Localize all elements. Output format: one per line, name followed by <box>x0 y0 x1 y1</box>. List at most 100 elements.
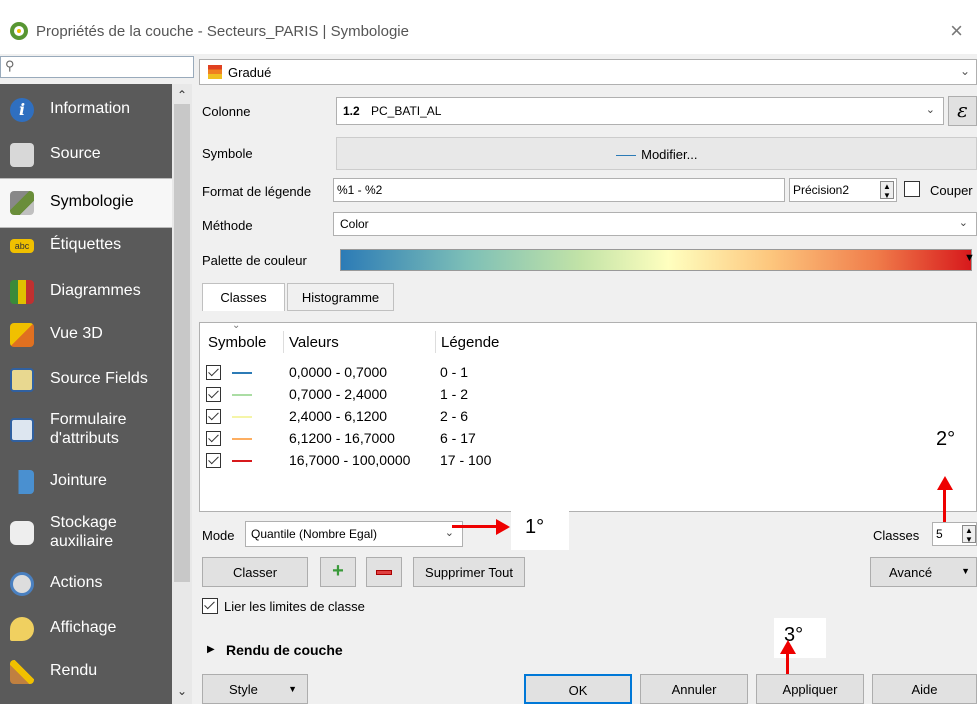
classes-count-spinbox[interactable]: 5 ▲ ▼ <box>932 522 977 546</box>
sidebar-item-label: Affichage <box>50 619 117 636</box>
arrowhead-right-icon <box>496 519 510 535</box>
avance-button[interactable]: Avancé ▼ <box>870 557 977 587</box>
class-checkbox[interactable] <box>206 365 221 380</box>
tab-histogramme[interactable]: Histogramme <box>287 283 394 311</box>
sort-chevron-icon[interactable]: ⌄ <box>232 320 240 331</box>
format-input[interactable]: %1 - %2 <box>333 178 785 202</box>
class-symbol[interactable] <box>232 460 252 462</box>
table-row[interactable]: 0,0000 - 0,7000 0 - 1 <box>200 362 977 384</box>
table-row[interactable]: 6,1200 - 16,7000 6 - 17 <box>200 428 977 450</box>
class-legend[interactable]: 6 - 17 <box>440 430 476 446</box>
dropdown-arrow-icon: ▼ <box>961 566 970 576</box>
sidebar-item-label: Diagrammes <box>50 282 141 299</box>
renderer-type-select[interactable]: Gradué ⌄ <box>199 59 977 85</box>
supprimer-tout-button[interactable]: Supprimer Tout <box>413 557 525 587</box>
source-icon <box>10 143 34 167</box>
class-checkbox[interactable] <box>206 431 221 446</box>
class-values[interactable]: 0,0000 - 0,7000 <box>289 364 387 380</box>
table-row[interactable]: 0,7000 - 2,4000 1 - 2 <box>200 384 977 406</box>
class-symbol[interactable] <box>232 394 252 396</box>
info-icon: i <box>10 98 34 122</box>
scroll-up-icon[interactable]: ⌃ <box>177 88 187 102</box>
checkmark-icon <box>204 598 215 610</box>
scroll-down-icon[interactable]: ⌄ <box>177 684 187 698</box>
methode-select[interactable]: Color ⌄ <box>333 212 977 236</box>
class-values[interactable]: 0,7000 - 2,4000 <box>289 386 387 402</box>
class-symbol[interactable] <box>232 416 252 418</box>
header-valeurs[interactable]: Valeurs <box>289 334 339 351</box>
remove-class-button[interactable] <box>366 557 402 587</box>
class-legend[interactable]: 1 - 2 <box>440 386 468 402</box>
paintbrush-icon <box>10 191 34 215</box>
table-row[interactable]: 2,4000 - 6,1200 2 - 6 <box>200 406 977 428</box>
qgis-logo-icon <box>10 22 28 40</box>
sidebar-item-label: Actions <box>50 574 103 591</box>
class-checkbox[interactable] <box>206 409 221 424</box>
sidebar-item-stockage[interactable]: Stockage auxiliaire <box>0 511 172 551</box>
precision-spinbox[interactable]: Précision2 ▲ ▼ <box>789 178 897 202</box>
add-class-icon[interactable]: + <box>320 557 356 587</box>
class-symbol[interactable] <box>232 438 252 440</box>
expand-triangle-icon[interactable]: ▶ <box>207 644 215 655</box>
sidebar-item-information[interactable]: i Information <box>0 90 172 130</box>
sidebar-item-diagrammes[interactable]: Diagrammes <box>0 272 172 312</box>
style-button[interactable]: Style ▼ <box>202 674 308 704</box>
class-symbol[interactable] <box>232 372 252 374</box>
aide-button[interactable]: Aide <box>872 674 977 704</box>
class-legend[interactable]: 2 - 6 <box>440 408 468 424</box>
class-values[interactable]: 2,4000 - 6,1200 <box>289 408 387 424</box>
sidebar-item-actions[interactable]: Actions <box>0 564 172 604</box>
color-ramp-button[interactable] <box>340 249 972 271</box>
format-label: Format de légende <box>202 184 312 199</box>
header-legende[interactable]: Légende <box>441 334 499 351</box>
graduated-icon <box>208 65 222 79</box>
modifier-label: Modifier... <box>641 147 698 162</box>
expression-button[interactable]: ε <box>948 96 977 126</box>
field-type: 1.2 <box>343 104 360 118</box>
fields-icon <box>10 368 34 392</box>
methode-value: Color <box>340 217 369 231</box>
class-legend[interactable]: 17 - 100 <box>440 452 491 468</box>
sidebar-item-vue3d[interactable]: Vue 3D <box>0 315 172 355</box>
colonne-value: PC_BATI_AL <box>371 104 442 118</box>
sidebar-item-label: Stockage auxiliaire <box>50 514 117 550</box>
sidebar-item-formulaire[interactable]: Formulaire d'attributs <box>0 408 172 448</box>
header-divider <box>283 331 284 353</box>
ok-button[interactable]: OK <box>524 674 632 704</box>
arrowhead-up-icon <box>937 476 953 490</box>
cube-icon <box>10 323 34 347</box>
close-icon[interactable]: × <box>950 18 963 44</box>
modifier-symbol-button[interactable]: Modifier... <box>336 137 977 170</box>
class-checkbox[interactable] <box>206 453 221 468</box>
rendu-couche-section[interactable]: Rendu de couche <box>226 642 343 658</box>
table-row[interactable]: 16,7000 - 100,0000 17 - 100 <box>200 450 977 472</box>
sidebar-item-affichage[interactable]: Affichage <box>0 609 172 649</box>
palette-label: Palette de couleur <box>202 253 307 268</box>
header-symbole[interactable]: Symbole <box>208 334 266 351</box>
class-values[interactable]: 16,7000 - 100,0000 <box>289 452 410 468</box>
sidebar-item-jointure[interactable]: Jointure <box>0 462 172 502</box>
colonne-select[interactable]: 1.2 PC_BATI_AL ⌄ <box>336 97 944 125</box>
search-input[interactable]: ⚲ <box>0 56 194 78</box>
annuler-button[interactable]: Annuler <box>640 674 748 704</box>
classer-button[interactable]: Classer <box>202 557 308 587</box>
class-legend[interactable]: 0 - 1 <box>440 364 468 380</box>
sidebar-scrollbar[interactable]: ⌃ ⌄ <box>172 84 192 704</box>
mode-value: Quantile (Nombre Egal) <box>251 527 378 541</box>
class-values[interactable]: 6,1200 - 16,7000 <box>289 430 395 446</box>
sidebar-item-source[interactable]: Source <box>0 135 172 175</box>
sidebar-item-etiquettes[interactable]: abc Étiquettes <box>0 226 172 266</box>
spinner-arrows-icon[interactable]: ▲ ▼ <box>962 525 976 544</box>
tab-classes[interactable]: Classes <box>202 283 285 311</box>
spinner-arrows-icon[interactable]: ▲ ▼ <box>880 181 894 200</box>
couper-checkbox[interactable] <box>904 181 920 197</box>
scrollbar-thumb[interactable] <box>174 104 190 582</box>
ramp-dropdown-icon[interactable]: ▼ <box>964 252 975 264</box>
sidebar-item-source-fields[interactable]: Source Fields <box>0 360 172 400</box>
mode-select[interactable]: Quantile (Nombre Egal) ⌄ <box>245 521 463 547</box>
appliquer-button[interactable]: Appliquer <box>756 674 864 704</box>
sidebar-item-symbologie[interactable]: Symbologie <box>0 178 172 228</box>
sidebar-item-rendu[interactable]: Rendu <box>0 652 172 692</box>
lier-checkbox[interactable] <box>202 598 218 614</box>
class-checkbox[interactable] <box>206 387 221 402</box>
